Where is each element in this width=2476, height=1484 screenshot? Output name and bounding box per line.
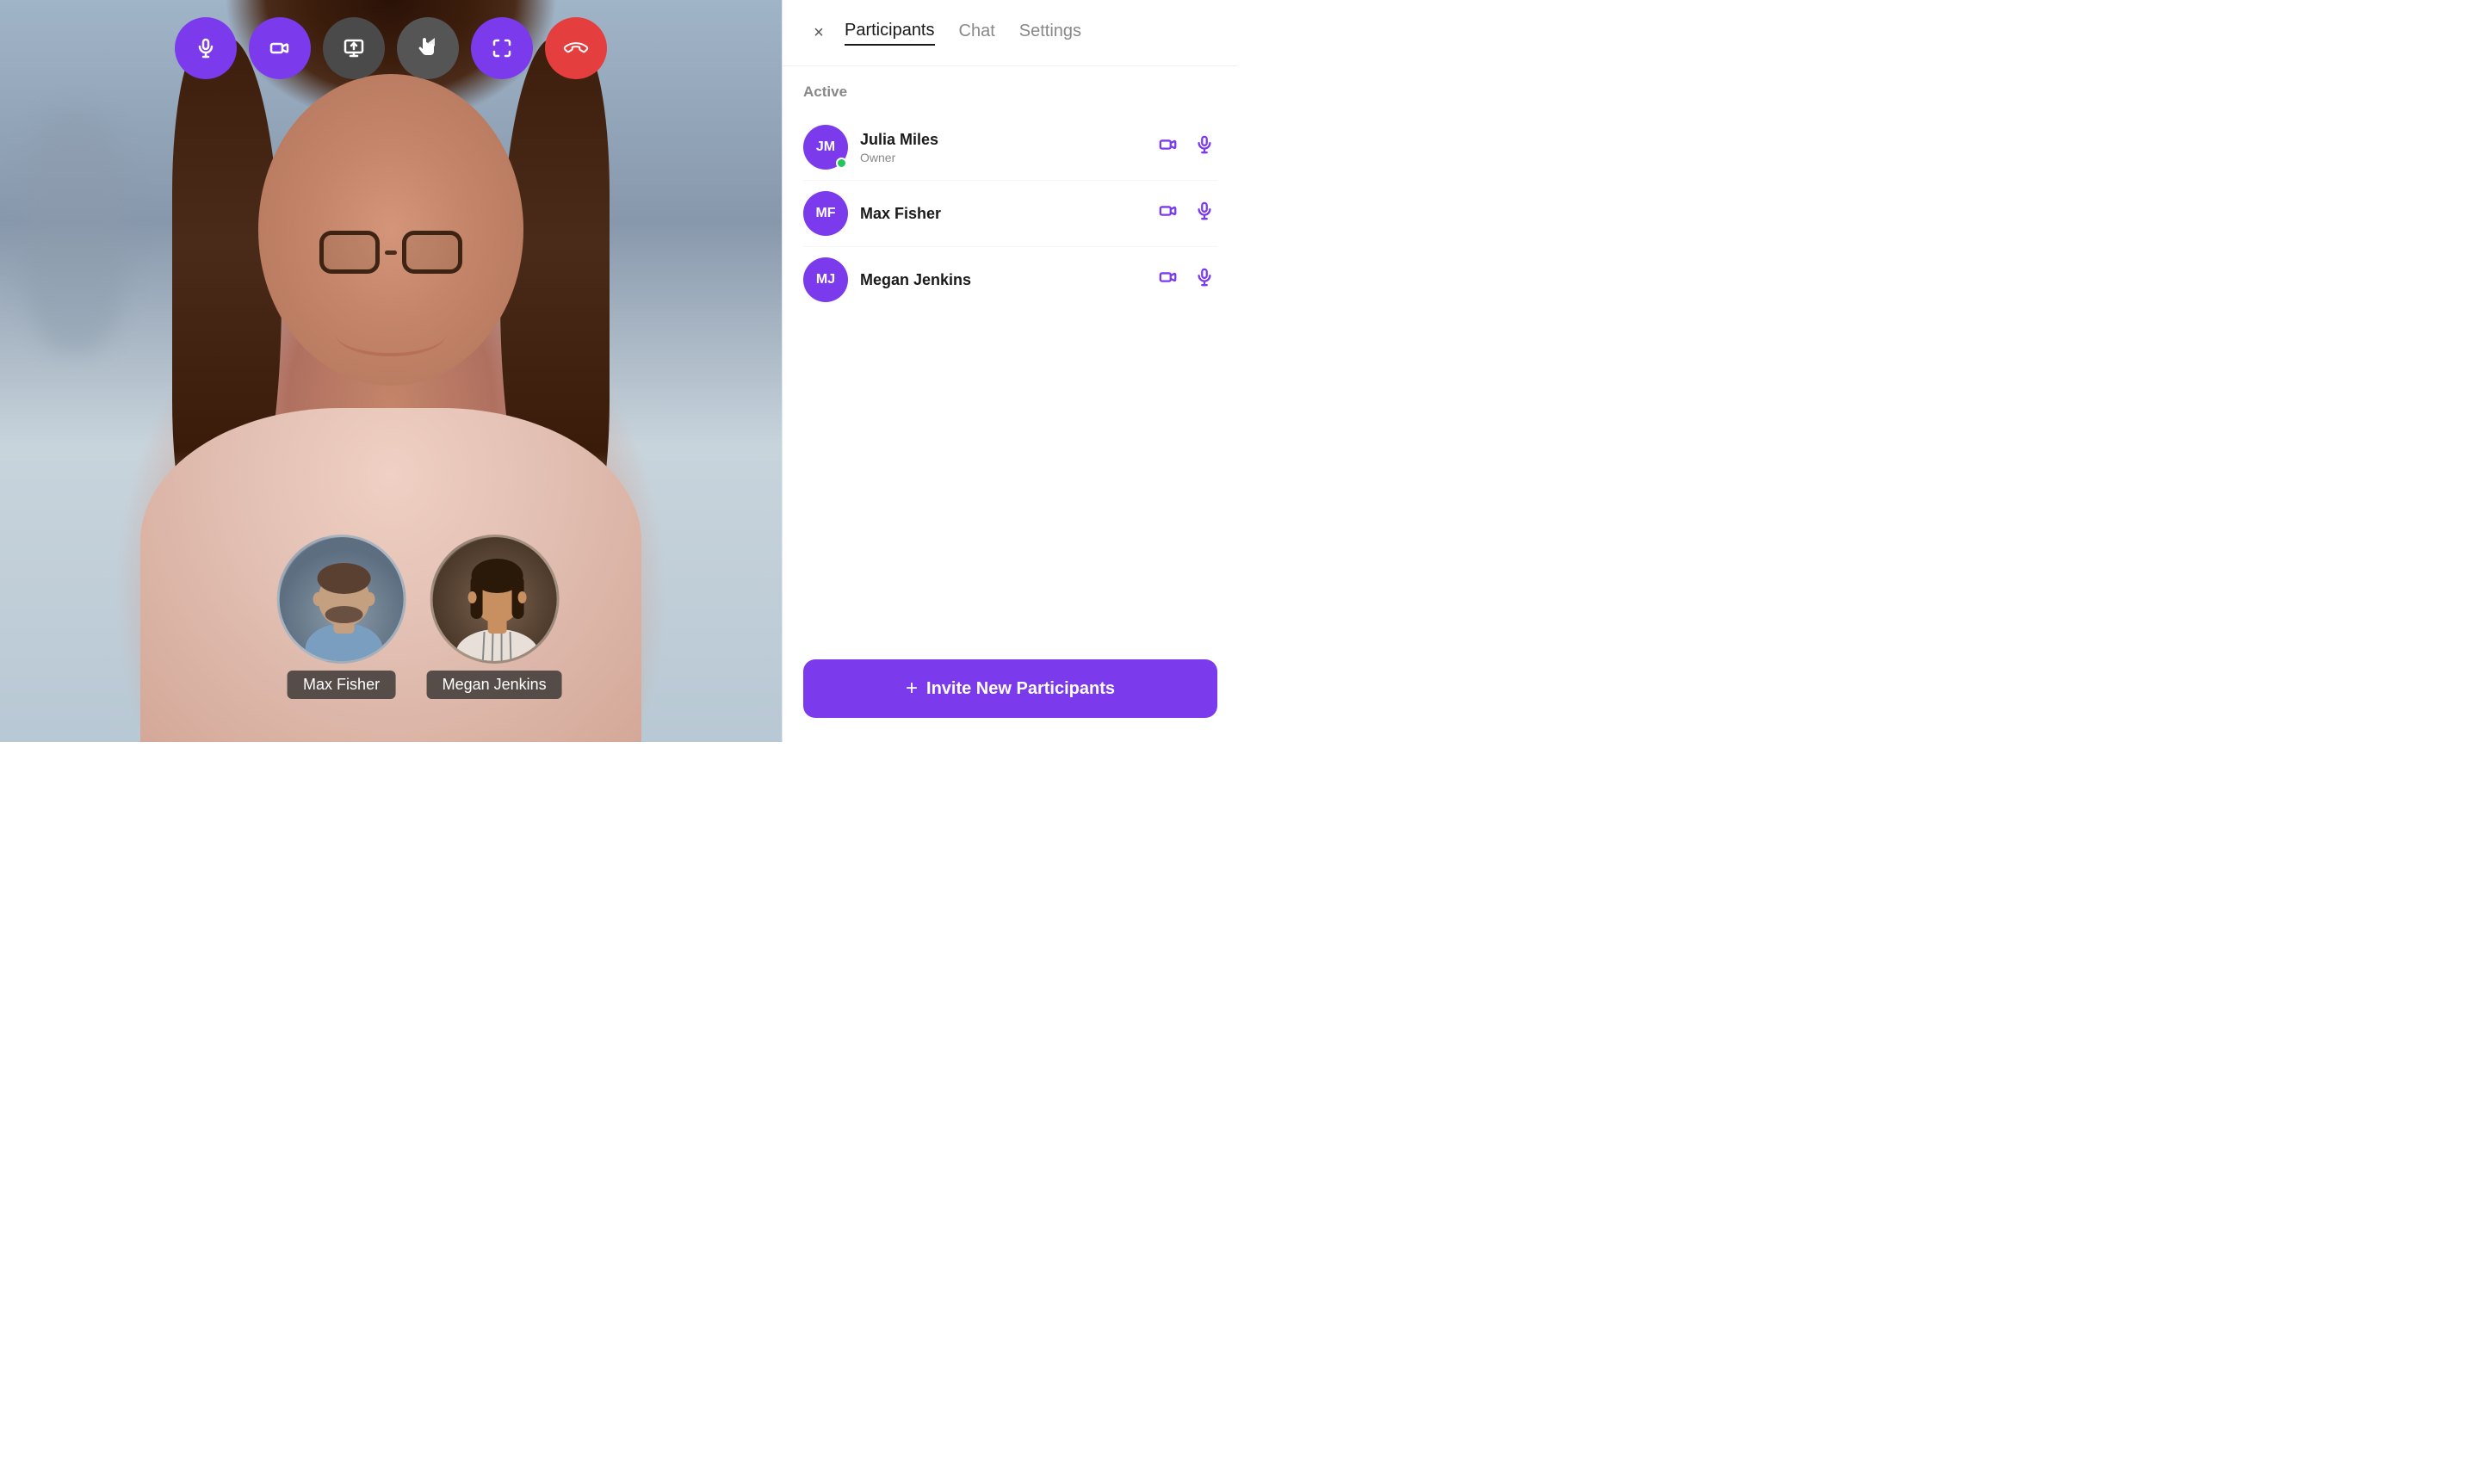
participant-row-max: MF Max Fisher (803, 181, 1217, 247)
participant-row-megan: MJ Megan Jenkins (803, 247, 1217, 312)
screen-share-icon (344, 38, 364, 59)
camera-svg-megan (1159, 268, 1178, 287)
right-panel: × Participants Chat Settings Active JM J… (782, 0, 1238, 742)
participant-icons-megan (1155, 264, 1217, 295)
thumb-max-name: Max Fisher (288, 671, 395, 699)
thumb-megan-photo (430, 535, 559, 664)
close-panel-button[interactable]: × (803, 17, 834, 48)
participant-name-max: Max Fisher (860, 205, 1155, 223)
online-indicator-julia (836, 158, 847, 169)
invite-new-participants-button[interactable]: + Invite New Participants (803, 659, 1217, 718)
mic-icon (195, 38, 216, 59)
fullscreen-icon (492, 38, 512, 59)
avatar-initials-megan: MJ (816, 272, 835, 288)
mic-svg-megan (1195, 268, 1214, 287)
active-section-label: Active (803, 83, 1217, 101)
panel-header: × Participants Chat Settings (783, 0, 1238, 66)
participant-info-julia: Julia Miles Owner (860, 131, 1155, 164)
camera-icon-max[interactable] (1155, 198, 1181, 229)
left-lens (319, 231, 380, 274)
glasses-bridge (385, 250, 397, 255)
thumb-megan-name: Megan Jenkins (427, 671, 562, 699)
phone-end-icon (561, 34, 591, 63)
mic-icon-max[interactable] (1192, 198, 1217, 229)
camera-icon-julia[interactable] (1155, 132, 1181, 163)
mic-svg-julia (1195, 135, 1214, 154)
invite-btn-label: Invite New Participants (926, 679, 1115, 699)
tab-chat[interactable]: Chat (959, 21, 995, 46)
fullscreen-button[interactable] (471, 17, 533, 79)
max-avatar-svg (280, 537, 406, 664)
effects-button[interactable] (397, 17, 459, 79)
mic-icon-julia[interactable] (1192, 132, 1217, 163)
participant-info-megan: Megan Jenkins (860, 271, 1155, 289)
thumb-max-photo (277, 535, 406, 664)
participant-row-julia: JM Julia Miles Owner (803, 114, 1217, 181)
end-call-button[interactable] (545, 17, 607, 79)
participant-icons-julia (1155, 132, 1217, 163)
right-lens (402, 231, 462, 274)
controls-toolbar (175, 17, 607, 79)
participant-icons-max (1155, 198, 1217, 229)
mic-icon-megan[interactable] (1192, 264, 1217, 295)
participant-name-julia: Julia Miles (860, 131, 1155, 149)
megan-avatar-svg (432, 537, 559, 664)
camera-icon (269, 38, 290, 59)
avatar-initials-max: MF (815, 206, 835, 221)
hand-cursor-icon (414, 34, 442, 62)
video-area: Max Fisher (0, 0, 782, 742)
glasses-overlay (258, 207, 524, 296)
camera-button[interactable] (249, 17, 311, 79)
avatar-initials-julia: JM (816, 139, 835, 155)
participant-role-julia: Owner (860, 151, 1155, 164)
invite-btn-container: + Invite New Participants (783, 642, 1238, 742)
panel-tabs: Participants Chat Settings (845, 21, 1217, 46)
camera-svg-julia (1159, 135, 1178, 154)
screen-share-button[interactable] (323, 17, 385, 79)
invite-plus-icon: + (906, 677, 918, 701)
thumbnail-max-fisher[interactable]: Max Fisher (277, 535, 406, 699)
participant-info-max: Max Fisher (860, 205, 1155, 223)
participant-name-megan: Megan Jenkins (860, 271, 1155, 289)
tab-settings[interactable]: Settings (1019, 21, 1081, 46)
avatar-megan: MJ (803, 257, 848, 302)
mic-button[interactable] (175, 17, 237, 79)
avatar-julia: JM (803, 125, 848, 170)
tab-participants[interactable]: Participants (845, 21, 935, 46)
mic-svg-max (1195, 201, 1214, 220)
camera-icon-megan[interactable] (1155, 264, 1181, 295)
thumbnail-participants: Max Fisher (277, 535, 562, 699)
avatar-max: MF (803, 191, 848, 236)
panel-content: Active JM Julia Miles Owner (783, 66, 1238, 642)
thumbnail-megan-jenkins[interactable]: Megan Jenkins (427, 535, 562, 699)
camera-svg-max (1159, 201, 1178, 220)
